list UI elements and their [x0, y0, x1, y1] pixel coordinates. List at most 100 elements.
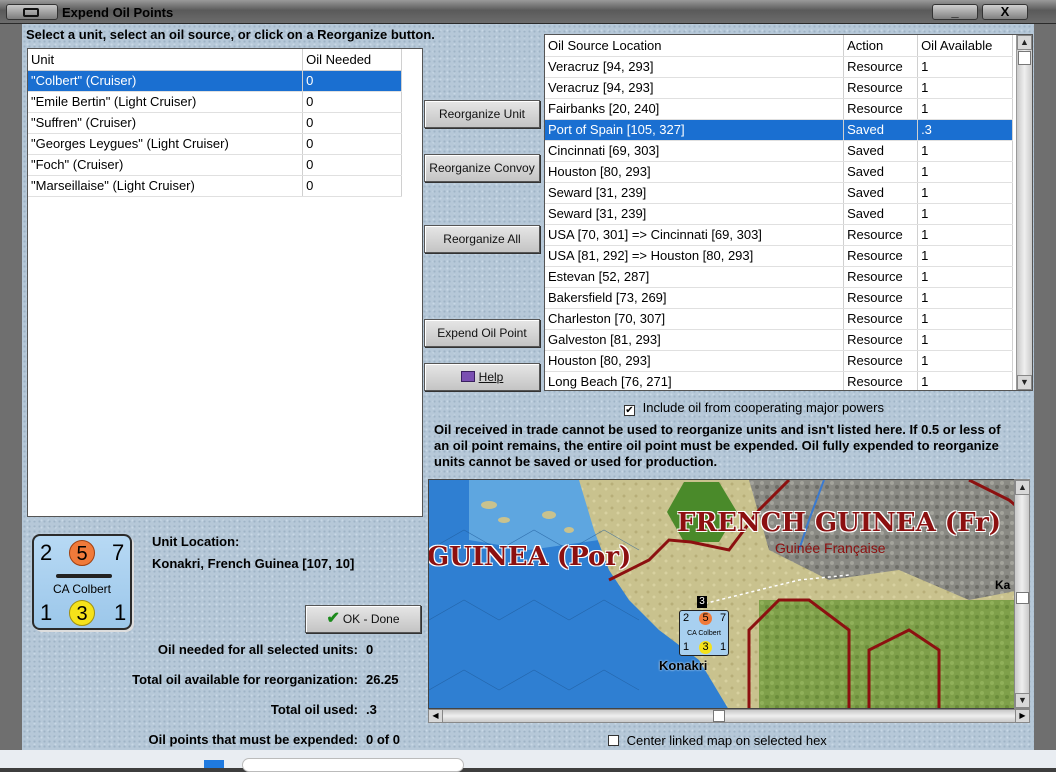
- map-vertical-scrollbar[interactable]: ▲ ▼: [1014, 479, 1030, 709]
- source-location-cell[interactable]: Houston [80, 293]: [545, 161, 845, 183]
- center-linked-map-option[interactable]: Center linked map on selected hex: [608, 733, 827, 748]
- source-location-cell[interactable]: USA [81, 292] => Houston [80, 293]: [545, 245, 845, 267]
- source-location-cell[interactable]: Seward [31, 239]: [545, 182, 845, 204]
- oil-source-row[interactable]: USA [81, 292] => Houston [80, 293] Resour…: [545, 245, 1013, 267]
- source-action-cell[interactable]: Saved: [843, 140, 919, 162]
- unit-name-cell[interactable]: "Colbert" (Cruiser): [28, 70, 304, 92]
- unit-oil-needed-cell[interactable]: 0: [302, 175, 402, 197]
- reorganize-unit-button[interactable]: Reorganize Unit: [424, 100, 540, 128]
- map-horizontal-scrollbar[interactable]: ◀ ▶: [428, 709, 1030, 723]
- unit-row[interactable]: "Emile Bertin" (Light Cruiser) 0: [28, 91, 402, 113]
- unit-row[interactable]: "Suffren" (Cruiser) 0: [28, 112, 402, 134]
- oil-source-row[interactable]: Galveston [81, 293] Resource 1: [545, 329, 1013, 351]
- column-header-action[interactable]: Action: [843, 35, 919, 57]
- oil-source-row[interactable]: Estevan [52, 287] Resource 1: [545, 266, 1013, 288]
- help-button[interactable]: Help: [424, 363, 540, 391]
- source-action-cell[interactable]: Resource: [843, 98, 919, 120]
- include-cooperating-checkbox[interactable]: ✔: [624, 405, 635, 416]
- source-location-cell[interactable]: Veracruz [94, 293]: [545, 56, 845, 78]
- oil-source-row[interactable]: Charleston [70, 307] Resource 1: [545, 308, 1013, 330]
- windows-start-icon[interactable]: [204, 760, 224, 768]
- unit-name-cell[interactable]: "Marseillaise" (Light Cruiser): [28, 175, 304, 197]
- map-scroll-right-icon[interactable]: ▶: [1015, 710, 1029, 722]
- oil-source-row[interactable]: Port of Spain [105, 327] Saved .3: [545, 119, 1013, 141]
- source-location-cell[interactable]: Long Beach [76, 271]: [545, 371, 845, 390]
- oil-source-row[interactable]: Seward [31, 239] Saved 1: [545, 203, 1013, 225]
- source-oil-available-cell[interactable]: 1: [917, 56, 1013, 78]
- unit-oil-needed-cell[interactable]: 0: [302, 154, 402, 176]
- source-action-cell[interactable]: Resource: [843, 287, 919, 309]
- oil-source-row[interactable]: Fairbanks [20, 240] Resource 1: [545, 98, 1013, 120]
- unit-oil-needed-cell[interactable]: 0: [302, 70, 402, 92]
- source-location-cell[interactable]: Galveston [81, 293]: [545, 329, 845, 351]
- map-vscroll-thumb[interactable]: [1016, 592, 1029, 604]
- source-oil-available-cell[interactable]: 1: [917, 140, 1013, 162]
- expend-oil-point-button[interactable]: Expend Oil Point: [424, 319, 540, 347]
- source-oil-available-cell[interactable]: 1: [917, 308, 1013, 330]
- source-location-cell[interactable]: Houston [80, 293]: [545, 350, 845, 372]
- source-oil-available-cell[interactable]: 1: [917, 329, 1013, 351]
- scroll-up-arrow-icon[interactable]: ▲: [1017, 35, 1032, 50]
- scrollbar-thumb[interactable]: [1018, 51, 1031, 65]
- ok-done-button[interactable]: ✔ OK - Done: [305, 605, 421, 633]
- map-scroll-left-icon[interactable]: ◀: [429, 710, 443, 722]
- sources-vertical-scrollbar[interactable]: ▲ ▼: [1016, 35, 1032, 390]
- map-scroll-down-icon[interactable]: ▼: [1015, 693, 1030, 708]
- source-location-cell[interactable]: Veracruz [94, 293]: [545, 77, 845, 99]
- source-oil-available-cell[interactable]: 1: [917, 161, 1013, 183]
- close-button[interactable]: X: [982, 4, 1028, 20]
- unit-oil-needed-cell[interactable]: 0: [302, 112, 402, 134]
- source-oil-available-cell[interactable]: 1: [917, 266, 1013, 288]
- linked-map-view[interactable]: FRENCH GUINEA (Fr) Guinée Française GUIN…: [428, 479, 1020, 709]
- oil-source-row[interactable]: Bakersfield [73, 269] Resource 1: [545, 287, 1013, 309]
- oil-source-row[interactable]: USA [70, 301] => Cincinnati [69, 303] Res…: [545, 224, 1013, 246]
- unit-name-cell[interactable]: "Foch" (Cruiser): [28, 154, 304, 176]
- source-location-cell[interactable]: Charleston [70, 307]: [545, 308, 845, 330]
- oil-source-row[interactable]: Long Beach [76, 271] Resource 1: [545, 371, 1013, 390]
- source-oil-available-cell[interactable]: 1: [917, 182, 1013, 204]
- include-cooperating-option[interactable]: ✔ Include oil from cooperating major pow…: [624, 400, 884, 416]
- source-oil-available-cell[interactable]: 1: [917, 224, 1013, 246]
- oil-source-row[interactable]: Veracruz [94, 293] Resource 1: [545, 77, 1013, 99]
- system-menu-button[interactable]: [6, 4, 58, 20]
- source-location-cell[interactable]: USA [70, 301] => Cincinnati [69, 303]: [545, 224, 845, 246]
- source-action-cell[interactable]: Resource: [843, 308, 919, 330]
- source-oil-available-cell[interactable]: 1: [917, 287, 1013, 309]
- unit-row[interactable]: "Marseillaise" (Light Cruiser) 0: [28, 175, 402, 197]
- scroll-down-arrow-icon[interactable]: ▼: [1017, 375, 1032, 390]
- source-action-cell[interactable]: Resource: [843, 371, 919, 390]
- taskbar-search-box[interactable]: [242, 758, 464, 772]
- source-location-cell[interactable]: Bakersfield [73, 269]: [545, 287, 845, 309]
- oil-source-row[interactable]: Seward [31, 239] Saved 1: [545, 182, 1013, 204]
- oil-source-row[interactable]: Houston [80, 293] Resource 1: [545, 350, 1013, 372]
- oil-source-row[interactable]: Cincinnati [69, 303] Saved 1: [545, 140, 1013, 162]
- unit-row[interactable]: "Colbert" (Cruiser) 0: [28, 70, 402, 92]
- source-oil-available-cell[interactable]: 1: [917, 98, 1013, 120]
- source-location-cell[interactable]: Seward [31, 239]: [545, 203, 845, 225]
- minimize-button[interactable]: _: [932, 4, 978, 20]
- map-stack-count-badge[interactable]: 3: [697, 596, 707, 608]
- column-header-oil-available[interactable]: Oil Available: [917, 35, 1013, 57]
- reorganize-all-button[interactable]: Reorganize All: [424, 225, 540, 253]
- unit-oil-needed-cell[interactable]: 0: [302, 91, 402, 113]
- map-unit-counter[interactable]: 2 5 7 CA Colbert 1 3 1: [679, 610, 729, 656]
- source-action-cell[interactable]: Saved: [843, 161, 919, 183]
- source-action-cell[interactable]: Resource: [843, 77, 919, 99]
- reorganize-convoy-button[interactable]: Reorganize Convoy: [424, 154, 540, 182]
- source-action-cell[interactable]: Saved: [843, 182, 919, 204]
- source-action-cell[interactable]: Resource: [843, 245, 919, 267]
- unit-row[interactable]: "Georges Leygues" (Light Cruiser) 0: [28, 133, 402, 155]
- column-header-oil-needed[interactable]: Oil Needed: [302, 49, 402, 71]
- unit-oil-needed-cell[interactable]: 0: [302, 133, 402, 155]
- unit-row[interactable]: "Foch" (Cruiser) 0: [28, 154, 402, 176]
- source-action-cell[interactable]: Resource: [843, 329, 919, 351]
- center-linked-map-checkbox[interactable]: [608, 735, 619, 746]
- source-location-cell[interactable]: Cincinnati [69, 303]: [545, 140, 845, 162]
- unit-name-cell[interactable]: "Suffren" (Cruiser): [28, 112, 304, 134]
- source-action-cell[interactable]: Saved: [843, 203, 919, 225]
- column-header-unit[interactable]: Unit: [28, 49, 304, 71]
- source-oil-available-cell[interactable]: 1: [917, 77, 1013, 99]
- source-location-cell[interactable]: Port of Spain [105, 327]: [545, 119, 845, 141]
- source-action-cell[interactable]: Resource: [843, 350, 919, 372]
- unit-name-cell[interactable]: "Georges Leygues" (Light Cruiser): [28, 133, 304, 155]
